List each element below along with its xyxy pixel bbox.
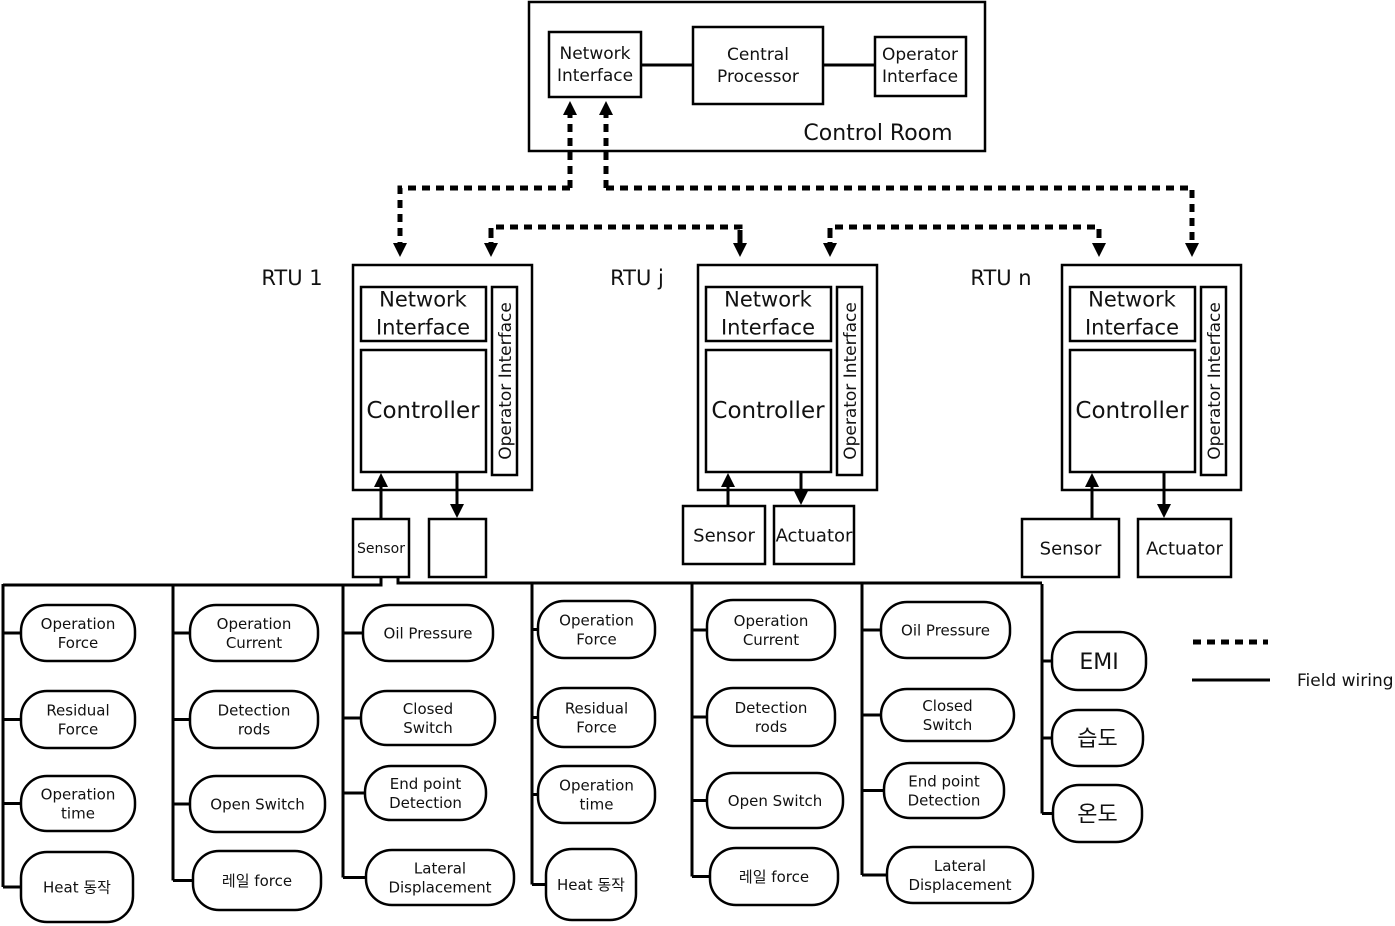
field-bus-left [3, 577, 383, 587]
rtu-label: RTU n [970, 266, 1031, 290]
sensor-item-label: Switch [923, 716, 973, 734]
sensor-item-label: 레일 force [739, 868, 809, 886]
sensor-item-label: 레일 force [222, 872, 292, 890]
sensor-item-label: Operation [734, 612, 809, 630]
actuator-label: Actuator [776, 525, 853, 546]
sensor-item-label: Force [576, 718, 617, 736]
comm-link-rtu1-rtuj [488, 224, 743, 250]
sensor-item-label: Current [743, 631, 799, 649]
sensor-item-label: Lateral [934, 857, 986, 875]
sensor-item-label: Heat 동작 [43, 878, 111, 896]
field-bus-right [396, 577, 1042, 585]
rtu-network-interface-label: Interface [376, 316, 470, 340]
control-operator-interface-label: Interface [882, 67, 958, 87]
actuator-label: Actuator [1146, 538, 1223, 559]
sensor-item-label: Displacement [388, 878, 491, 896]
rtu-network-interface-label: Interface [721, 316, 815, 340]
rtu-network-interface-label: Interface [1085, 316, 1179, 340]
sensor-item-label: End point [390, 775, 462, 793]
sensor-item-label: Oil Pressure [384, 624, 473, 642]
sensor-item-label: 온도 [1077, 802, 1117, 827]
sensor-item-label: Closed [403, 700, 453, 718]
control-network-interface-label: Interface [557, 66, 633, 86]
sensor-item-label: rods [755, 718, 788, 736]
sensor-item-label: Closed [922, 697, 972, 715]
sensor-item-label: Heat 동작 [557, 876, 625, 894]
sensor-item-label: Force [58, 634, 99, 652]
sensor-item-label: Displacement [908, 876, 1011, 894]
sensor-item-label: EMI [1079, 650, 1118, 675]
sensor-item-label: time [61, 804, 95, 822]
rtu-label: RTU j [610, 266, 664, 290]
sensor-item-label: Residual [565, 699, 628, 717]
sensor-item-label: Oil Pressure [901, 621, 990, 639]
sensor-item-label: Operation [559, 611, 634, 629]
sensor-item-label: time [580, 795, 614, 813]
sensor-item-label: 습도 [1077, 727, 1117, 752]
sensor-item-label: Lateral [414, 859, 466, 877]
central-processor-label: Processor [717, 67, 799, 87]
sensor-item-label: Residual [46, 701, 109, 719]
rtu-network-interface-label: Network [1088, 288, 1177, 312]
sensor-item-label: Operation [41, 785, 116, 803]
rtu-controller-label: Controller [1075, 398, 1189, 424]
central-processor-label: Central [727, 45, 789, 65]
comm-link-rtu1-a [393, 185, 570, 257]
sensor-item-label: Detection [908, 791, 981, 809]
scada-architecture-diagram: Network Interface Central Processor Operator… [0, 0, 1395, 926]
comm-link-rtuj-rtun [827, 224, 1102, 250]
central-processor-box [691, 25, 825, 106]
rtu-controller-label: Controller [711, 398, 825, 424]
control-room-title: Control Room [803, 121, 952, 146]
sensor-item-label: Open Switch [728, 792, 822, 810]
rtu-operator-interface-label: Operator Interface [841, 302, 861, 460]
rtu-controller-label: Controller [366, 398, 480, 424]
rtu-operator-interface-label: Operator Interface [496, 302, 516, 460]
rtu-operator-interface-label: Operator Interface [1205, 302, 1225, 460]
sensor-item-label: Force [576, 630, 617, 648]
legend-solid-label: Field wiring [1297, 671, 1394, 691]
control-network-interface-box [547, 30, 643, 99]
sensor-item-label: Force [58, 720, 99, 738]
rtu-network-interface-label: Network [724, 288, 813, 312]
comm-link-rtun-b [606, 185, 1199, 257]
sensor-label: Sensor [693, 525, 755, 546]
sensor-label: Sensor [357, 541, 405, 557]
sensor-item-label: Open Switch [210, 795, 304, 813]
sensor-item-label: rods [238, 720, 271, 738]
sensor-item-label: Current [226, 634, 282, 652]
actuator-box [427, 517, 488, 579]
sensor-item-label: Operation [41, 615, 116, 633]
sensor-item-label: Operation [217, 615, 292, 633]
rtu-label: RTU 1 [261, 266, 322, 290]
rtu-network-interface-label: Network [379, 288, 468, 312]
sensor-item-label: End point [908, 772, 980, 790]
diagram-canvas: NetworkInterfaceCentralProcessorOperator… [1, 0, 1394, 924]
sensor-item-label: Switch [403, 719, 453, 737]
sensor-item-label: Detection [735, 699, 808, 717]
control-network-interface-label: Network [560, 44, 631, 64]
control-operator-interface-label: Operator [882, 45, 958, 65]
sensor-label: Sensor [1040, 538, 1102, 559]
sensor-item-label: Detection [389, 794, 462, 812]
sensor-item-label: Detection [218, 701, 291, 719]
sensor-item-label: Operation [559, 776, 634, 794]
